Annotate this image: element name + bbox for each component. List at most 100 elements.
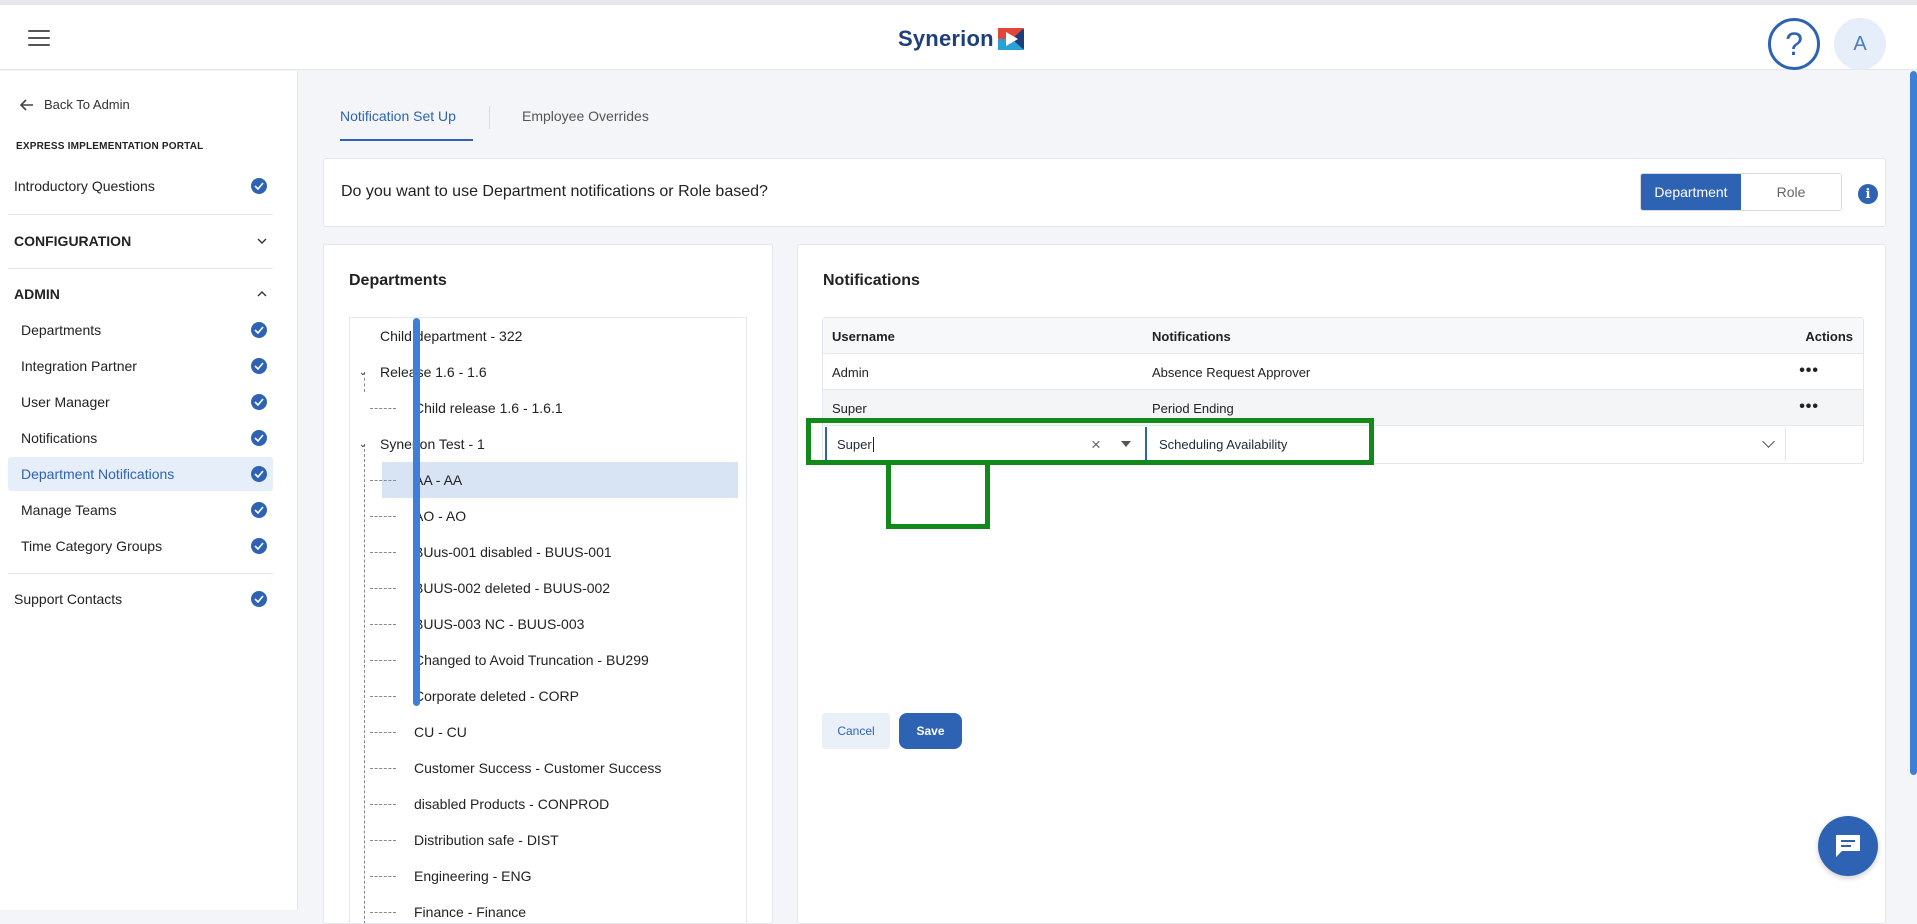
tree-node-label: BUUS-003 NC - BUUS-003: [414, 616, 585, 632]
sidebar-item-department-notifications[interactable]: Department Notifications: [8, 457, 273, 491]
tree-connector: [370, 732, 396, 733]
sidebar-item-integration-partner[interactable]: Integration Partner: [8, 349, 273, 383]
tree-node-label: AO - AO: [414, 508, 467, 524]
role-option-button[interactable]: Role: [1741, 174, 1841, 210]
tree-connector: [370, 480, 396, 481]
chat-icon[interactable]: [1818, 816, 1878, 876]
divider: [8, 573, 273, 574]
tree-node[interactable]: AO - AO: [350, 498, 738, 534]
sidebar-section-admin[interactable]: ADMIN: [8, 277, 273, 311]
tree-connector: [370, 516, 396, 517]
tree-connector: [370, 588, 396, 589]
tab-notification-set-up[interactable]: Notification Set Up: [340, 108, 456, 124]
sidebar-item-introductory-questions[interactable]: Introductory Questions: [8, 169, 273, 203]
tree-node[interactable]: Finance - Finance: [350, 894, 738, 923]
tab-employee-overrides[interactable]: Employee Overrides: [522, 108, 649, 124]
chevron-down-icon[interactable]: ⌄: [357, 367, 369, 378]
tree-connector: [370, 552, 396, 553]
tree-node[interactable]: BUUS-003 NC - BUUS-003: [350, 606, 738, 642]
sidebar-item-label: Integration Partner: [21, 358, 137, 374]
arrow-left-icon: [20, 98, 33, 111]
tree-node-label: Child release 1.6 - 1.6.1: [414, 400, 563, 416]
sidebar-item-label: Notifications: [21, 430, 98, 446]
chevron-up-icon: [257, 291, 267, 297]
more-actions-icon[interactable]: •••: [1799, 398, 1819, 416]
tree-node[interactable]: disabled Products - CONPROD: [350, 786, 738, 822]
tree-node[interactable]: BUus-001 disabled - BUUS-001: [350, 534, 738, 570]
table-row: Admin Absence Request Approver •••: [823, 354, 1863, 390]
active-tab-underline: [340, 139, 473, 141]
sidebar-section-configuration[interactable]: CONFIGURATION: [8, 224, 273, 258]
tree-connector: [370, 408, 396, 409]
sidebar-item-label: Support Contacts: [14, 591, 123, 607]
tree-connector: [370, 768, 396, 769]
column-header-username: Username: [832, 329, 895, 344]
tree-node[interactable]: Engineering - ENG: [350, 858, 738, 894]
sidebar-item-notifications[interactable]: Notifications: [8, 421, 273, 455]
sidebar-item-user-manager[interactable]: User Manager: [8, 385, 273, 419]
department-option-button[interactable]: Department: [1641, 174, 1741, 210]
notification-type-question: Do you want to use Department notificati…: [341, 183, 768, 200]
check-icon: [251, 358, 267, 374]
tree-connector: [370, 876, 396, 877]
tree-node[interactable]: Changed to Avoid Truncation - BU299: [350, 642, 738, 678]
tree-node[interactable]: BUUS-002 deleted - BUUS-002: [350, 570, 738, 606]
portal-heading: EXPRESS IMPLEMENTATION PORTAL: [16, 141, 204, 152]
table-header: Username Notifications Actions: [823, 318, 1863, 354]
tree-node-selected[interactable]: AA - AA: [382, 462, 738, 498]
sidebar-item-support-contacts[interactable]: Support Contacts: [8, 582, 273, 616]
column-header-actions: Actions: [1805, 329, 1853, 344]
tree-node[interactable]: ⌄ Synerion Test - 1: [350, 426, 738, 462]
notifications-card: Notifications Username Notifications Act…: [797, 244, 1886, 924]
chevron-down-icon[interactable]: [1762, 435, 1775, 448]
app-header: Synerion ? A: [0, 5, 1917, 70]
hamburger-menu-icon[interactable]: [28, 30, 50, 46]
back-label: Back To Admin: [44, 97, 130, 112]
tree-node-label: Corporate deleted - CORP: [414, 688, 579, 704]
check-icon: [251, 430, 267, 446]
tree-node[interactable]: Child department - 322: [350, 318, 738, 354]
sidebar: Back To Admin EXPRESS IMPLEMENTATION POR…: [0, 71, 298, 910]
sidebar-section-label: CONFIGURATION: [14, 233, 132, 249]
page-scrollbar[interactable]: [1910, 71, 1917, 775]
tree-connector: [370, 624, 396, 625]
more-actions-icon[interactable]: •••: [1799, 362, 1819, 380]
tree-node[interactable]: Customer Success - Customer Success: [350, 750, 738, 786]
check-icon: [251, 394, 267, 410]
highlight-box-fields: [806, 418, 1374, 465]
tree-node-label: Synerion Test - 1: [380, 436, 485, 452]
help-icon[interactable]: ?: [1768, 18, 1820, 70]
notification-cell: Absence Request Approver: [1152, 365, 1311, 380]
logo-text: Synerion: [898, 26, 994, 51]
save-button[interactable]: Save: [899, 713, 962, 749]
divider: [8, 268, 273, 269]
tree-node-label: Engineering - ENG: [414, 868, 532, 884]
tree-connector: [370, 840, 396, 841]
tree-node[interactable]: Child release 1.6 - 1.6.1: [350, 390, 738, 426]
tree-node-label: Distribution safe - DIST: [414, 832, 559, 848]
sidebar-item-label: Department Notifications: [21, 466, 175, 482]
user-avatar[interactable]: A: [1834, 18, 1886, 70]
tree-node[interactable]: Distribution safe - DIST: [350, 822, 738, 858]
info-icon[interactable]: i: [1858, 184, 1878, 204]
highlight-box-save: [886, 465, 990, 529]
tree-node[interactable]: Corporate deleted - CORP: [350, 678, 738, 714]
tree-node-label: Finance - Finance: [414, 904, 527, 920]
sidebar-item-manage-teams[interactable]: Manage Teams: [8, 493, 273, 527]
sidebar-item-label: Introductory Questions: [14, 178, 155, 194]
chevron-down-icon[interactable]: ⌄: [357, 439, 369, 450]
sidebar-item-time-category-groups[interactable]: Time Category Groups: [8, 529, 273, 563]
cancel-button[interactable]: Cancel: [822, 713, 890, 749]
tree-node[interactable]: ⌄ Release 1.6 - 1.6: [350, 354, 738, 390]
check-icon: [251, 322, 267, 338]
tree-connector: [370, 660, 396, 661]
sidebar-section-label: ADMIN: [14, 286, 60, 302]
sidebar-item-label: User Manager: [21, 394, 110, 410]
tree-node[interactable]: CU - CU: [350, 714, 738, 750]
back-to-admin-link[interactable]: Back To Admin: [20, 97, 130, 112]
tree-node-label: CU - CU: [414, 724, 467, 740]
username-cell: Super: [832, 401, 867, 416]
sidebar-item-departments[interactable]: Departments: [8, 313, 273, 347]
departments-title: Departments: [349, 272, 447, 289]
departments-scrollbar[interactable]: [413, 318, 420, 706]
